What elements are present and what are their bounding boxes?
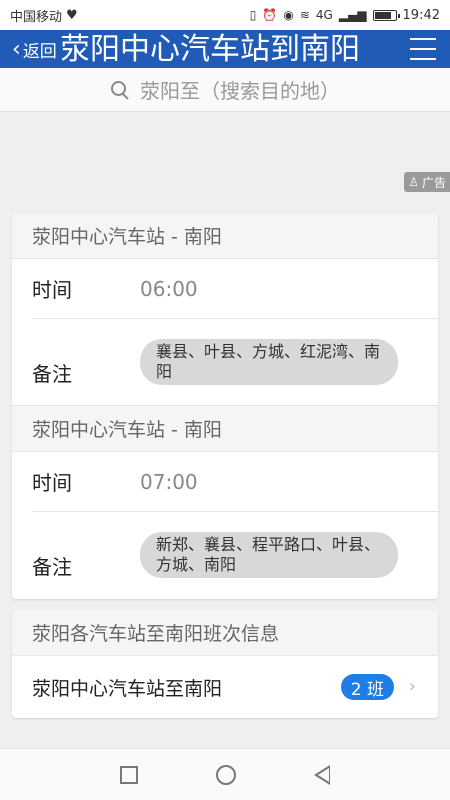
back-button[interactable]: ‹ 返回 [12,30,57,68]
search-bar[interactable]: 荥阳至（搜索目的地） [0,68,450,112]
menu-button[interactable] [410,38,436,60]
schedule-block: 荥阳中心汽车站 - 南阳 时间 06:00 备注 襄县、叶县、方城、红泥湾、南阳 [12,213,438,405]
system-nav-bar [0,748,450,800]
note-value: 新郑、襄县、程平路口、叶县、方城、南阳 [140,532,398,578]
time-row: 时间 07:00 [32,452,438,512]
chevron-left-icon: ‹ [12,36,21,62]
ad-label: 广告 [421,175,446,190]
menu-icon-bar [410,48,436,50]
back-label: 返回 [22,41,57,62]
time-value: 07:00 [140,469,198,494]
ad-badge[interactable]: ♙ 广告 [404,172,450,192]
time-row: 时间 06:00 [32,259,438,319]
menu-icon-bar [410,38,436,40]
back-triangle-icon[interactable] [314,764,330,785]
heart-icon: ♥ [66,7,78,23]
note-value: 襄县、叶县、方城、红泥湾、南阳 [140,339,398,385]
chevron-right-icon: › [408,676,416,697]
menu-icon-bar [410,58,436,60]
search-placeholder: 荥阳至（搜索目的地） [140,79,340,103]
time-value: 06:00 [140,276,198,301]
vibrate-icon: ▯ [249,8,257,22]
home-icon[interactable] [216,764,236,785]
battery-icon [372,9,400,21]
alarm-icon: ⏰ [262,8,278,22]
search-icon [110,80,130,100]
time-label: 时间 [32,471,72,495]
clock-label: 19:42 [402,7,440,23]
route-heading: 荥阳中心汽车站 - 南阳 [12,213,438,259]
recent-apps-icon[interactable] [120,765,138,784]
note-label: 备注 [32,362,72,386]
summary-card: 荥阳各汽车站至南阳班次信息 荥阳中心汽车站至南阳 2 班 › [12,610,438,718]
route-heading: 荥阳中心汽车站 - 南阳 [12,406,438,452]
status-bar: 中国移动 ♥ ▯ ⏰ ◉ ≋ 4G ▂▄▆ 19:42 [0,0,450,30]
summary-item-label: 荥阳中心汽车站至南阳 [32,677,223,700]
wifi-icon: ≋ [299,8,310,22]
note-row: 备注 襄县、叶县、方城、红泥湾、南阳 [32,319,438,405]
person-icon: ♙ [408,175,419,189]
eye-icon: ◉ [283,8,294,22]
schedule-card: 荥阳中心汽车站 - 南阳 时间 06:00 备注 襄县、叶县、方城、红泥湾、南阳… [12,213,438,599]
signal-icon: ▂▄▆ [338,8,367,22]
time-label: 时间 [32,278,72,302]
schedule-block: 荥阳中心汽车站 - 南阳 时间 07:00 备注 新郑、襄县、程平路口、叶县、方… [12,405,438,598]
status-left: 中国移动 ♥ [10,6,78,25]
page-title: 荥阳中心汽车站到南阳 [60,32,360,67]
summary-heading: 荥阳各汽车站至南阳班次信息 [12,610,438,656]
search-inner: 荥阳至（搜索目的地） [110,75,340,104]
trip-count-badge: 2 班 [340,674,394,700]
note-row: 备注 新郑、襄县、程平路口、叶县、方城、南阳 [32,512,438,598]
app-header: ‹ 返回 荥阳中心汽车站到南阳 [0,30,450,68]
status-right: ▯ ⏰ ◉ ≋ 4G ▂▄▆ 19:42 [250,8,440,23]
note-label: 备注 [32,555,72,579]
network-type-label: 4G [315,8,333,22]
carrier-label: 中国移动 [10,9,63,25]
